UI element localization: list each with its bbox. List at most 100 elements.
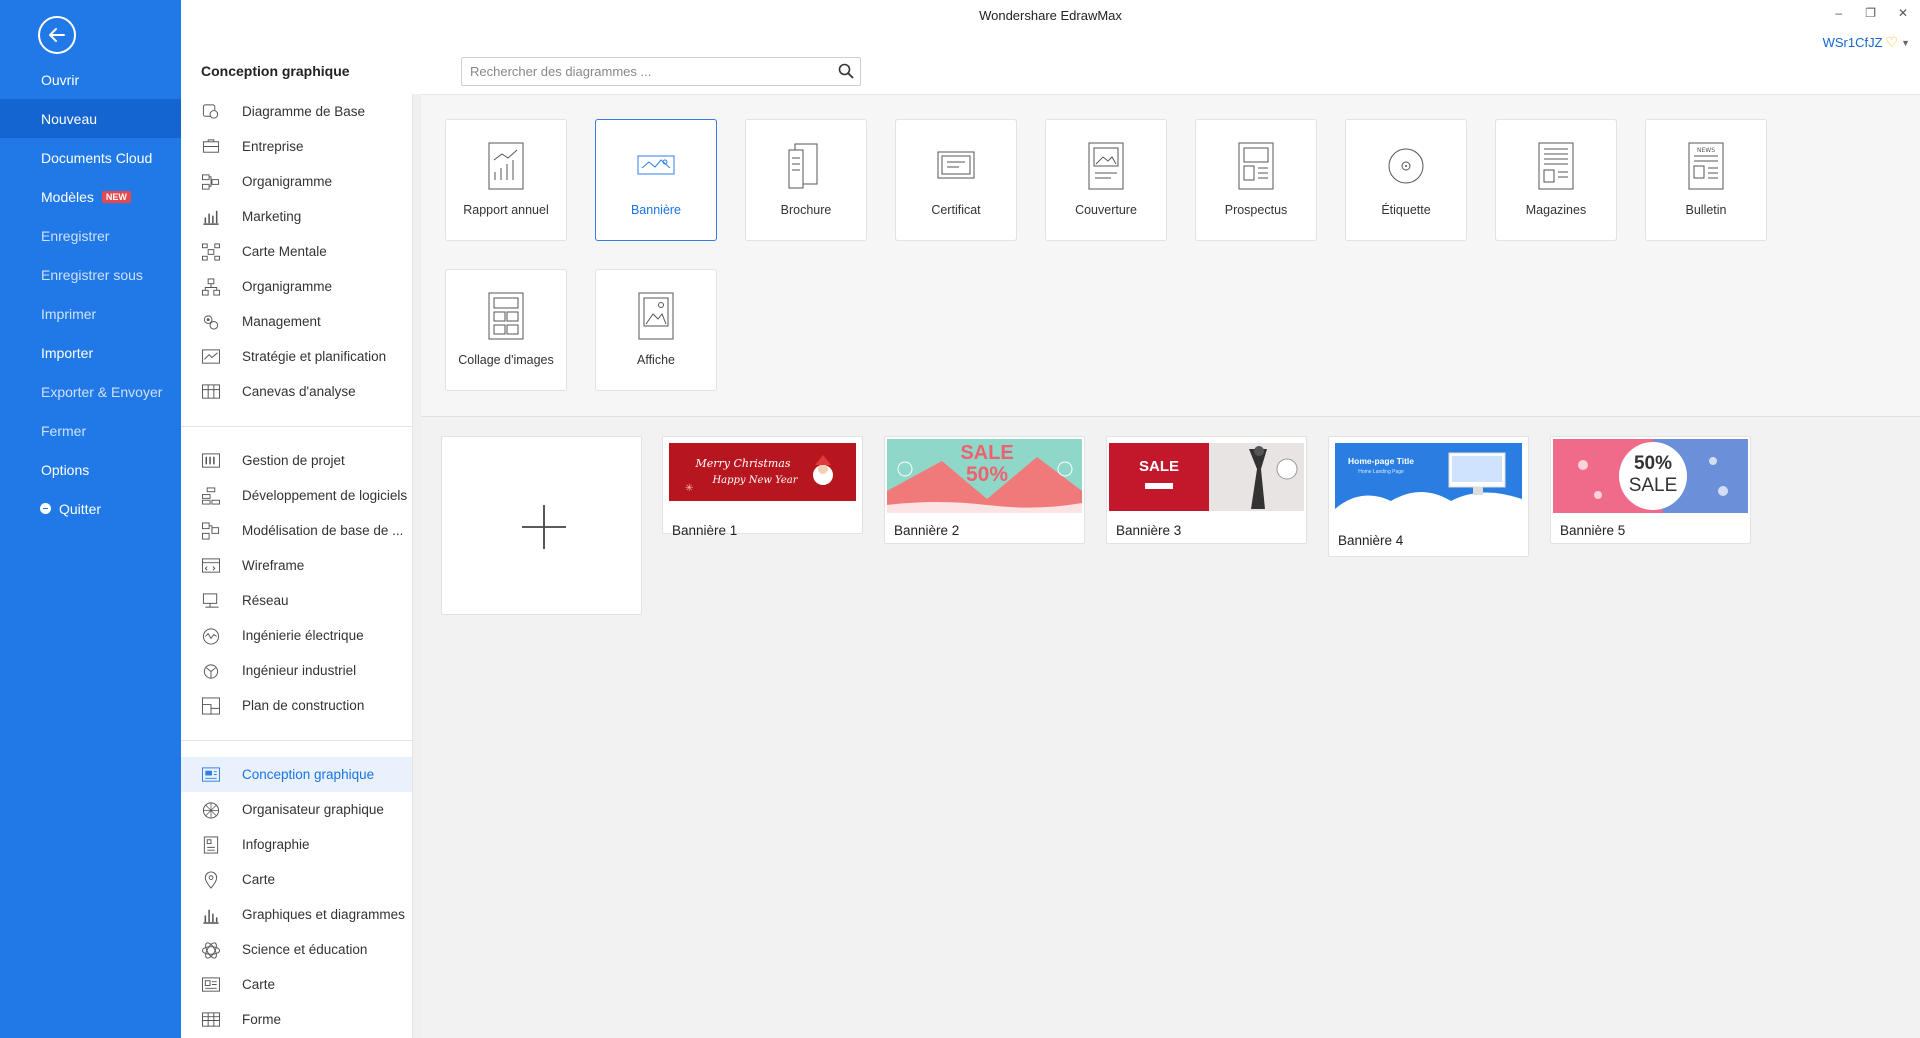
category-item[interactable]: Ingénieur industriel — [181, 653, 412, 688]
category-item[interactable]: Forme — [181, 1002, 412, 1037]
close-icon[interactable]: ✕ — [1898, 6, 1908, 20]
category-icon — [202, 348, 220, 364]
sidebar-item-enregistrer-sous[interactable]: Enregistrer sous — [0, 255, 181, 294]
category-item[interactable]: Graphiques et diagrammes — [181, 897, 412, 932]
sidebar-item-documents-cloud[interactable]: Documents Cloud — [0, 138, 181, 177]
category-scrollbar[interactable] — [413, 94, 421, 1038]
category-label: Wireframe — [242, 558, 305, 573]
template-type-card[interactable]: Collage d'images — [445, 269, 567, 391]
category-icon — [202, 801, 220, 819]
category-label: Marketing — [242, 209, 302, 224]
template-type-card[interactable]: Bannière — [595, 119, 717, 241]
category-label: Entreprise — [242, 139, 304, 154]
template-type-label: Affiche — [637, 353, 675, 367]
banner-template-card[interactable]: SALE Bannière 3 — [1106, 436, 1307, 544]
category-item[interactable]: Wireframe — [181, 548, 412, 583]
category-icon — [202, 383, 220, 399]
template-type-card[interactable]: Brochure — [745, 119, 867, 241]
banner-template-card[interactable]: Merry Christmas Happy New Year ✳ Bannière 1 — [662, 436, 863, 538]
category-label: Stratégie et planification — [242, 349, 387, 364]
category-separator — [181, 426, 412, 427]
sidebar-item-label: Documents Cloud — [41, 149, 153, 166]
category-item[interactable]: Canevas d'analyse — [181, 374, 412, 409]
template-type-label: Couverture — [1075, 203, 1137, 217]
banner-template-card[interactable]: 50% SALE Bannière 5 — [1550, 436, 1751, 544]
template-type-icon — [488, 292, 524, 340]
category-icon — [201, 277, 220, 296]
category-item[interactable]: Carte — [181, 967, 412, 1002]
sidebar-item-fermer[interactable]: Fermer — [0, 411, 181, 450]
category-icon — [202, 557, 220, 573]
category-item[interactable]: Organigramme — [181, 164, 412, 199]
back-arrow-icon[interactable] — [38, 16, 76, 54]
category-item[interactable]: Marketing — [181, 199, 412, 234]
search-icon[interactable] — [838, 63, 854, 79]
banner-template-label: Bannière 1 — [672, 523, 738, 538]
sidebar-item-importer[interactable]: Importer — [0, 333, 181, 372]
category-item[interactable]: Science et éducation — [181, 932, 412, 967]
template-type-card[interactable]: Affiche — [595, 269, 717, 391]
template-type-card[interactable]: Rapport annuel — [445, 119, 567, 241]
category-item[interactable]: Stratégie et planification — [181, 339, 412, 374]
category-item[interactable]: Développement de logiciels — [181, 478, 412, 513]
sidebar-item-label: Options — [41, 461, 90, 478]
sidebar-item-options[interactable]: Options — [0, 450, 181, 489]
banner-template-card[interactable]: Home-page Title Home Landing Page Bannière… — [1328, 436, 1529, 557]
template-type-card[interactable]: Magazines — [1495, 119, 1617, 241]
sidebar-item-mod-les[interactable]: Modèles NEW — [0, 177, 181, 216]
category-item[interactable]: Organigramme — [181, 269, 412, 304]
category-icon — [202, 941, 220, 959]
template-type-icon — [937, 151, 975, 179]
template-type-card[interactable]: Prospectus — [1195, 119, 1317, 241]
category-label: Diagramme de Base — [242, 104, 366, 119]
sidebar-item-nouveau[interactable]: Nouveau — [0, 99, 181, 138]
category-list: Diagramme de Base Entreprise Organigramme M… — [181, 94, 413, 1038]
banner-template-card[interactable]: SALE 50% Bannière 2 — [884, 436, 1085, 544]
new-blank-button[interactable] — [441, 436, 642, 615]
category-label: Carte — [242, 872, 276, 887]
category-item[interactable]: Organisateur graphique — [181, 792, 412, 827]
category-item[interactable]: Carte — [181, 862, 412, 897]
search-input[interactable] — [462, 58, 822, 85]
search-box[interactable] — [461, 57, 861, 86]
banner-template-label: Bannière 2 — [894, 523, 960, 538]
template-type-card[interactable]: Étiquette — [1345, 119, 1467, 241]
user-account[interactable]: WSr1CfJZ ♡ ▼ — [1823, 34, 1910, 51]
category-icon — [201, 486, 220, 505]
category-icon — [204, 871, 218, 889]
sidebar-item-ouvrir[interactable]: Ouvrir — [0, 60, 181, 99]
template-type-icon — [1538, 142, 1574, 190]
template-type-card[interactable]: Certificat — [895, 119, 1017, 241]
template-type-card[interactable]: Couverture — [1045, 119, 1167, 241]
template-type-card[interactable]: NEWS Bulletin — [1645, 119, 1767, 241]
category-label: Canevas d'analyse — [242, 384, 356, 399]
template-type-icon — [1388, 148, 1424, 184]
category-label: Management — [242, 314, 321, 329]
sidebar-item-exporter-envoyer[interactable]: Exporter & Envoyer — [0, 372, 181, 411]
category-item[interactable]: Carte Mentale — [181, 234, 412, 269]
category-item[interactable]: Réseau — [181, 583, 412, 618]
sidebar-item-enregistrer[interactable]: Enregistrer — [0, 216, 181, 255]
banner-art-text: 50% — [966, 463, 1008, 486]
template-type-icon — [488, 142, 524, 190]
category-item[interactable]: Ingénierie électrique — [181, 618, 412, 653]
category-label: Ingénierie électrique — [242, 628, 364, 643]
sidebar-item-imprimer[interactable]: Imprimer — [0, 294, 181, 333]
category-item[interactable]: Plan de construction — [181, 688, 412, 723]
template-type-label: Magazines — [1525, 203, 1587, 217]
category-label: Réseau — [242, 593, 289, 608]
category-label: Carte — [242, 977, 276, 992]
sidebar-item-quitter[interactable]: Quitter — [0, 489, 181, 528]
category-item[interactable]: Diagramme de Base — [181, 94, 412, 129]
category-item[interactable]: Infographie — [181, 827, 412, 862]
restore-icon[interactable]: ❐ — [1865, 6, 1876, 20]
sidebar-item-label: Fermer — [41, 422, 87, 439]
category-item[interactable]: Modélisation de base de ... — [181, 513, 412, 548]
category-item[interactable]: Management — [181, 304, 412, 339]
category-icon — [202, 976, 220, 992]
category-label: Forme — [242, 1012, 282, 1027]
category-item[interactable]: Gestion de projet — [181, 443, 412, 478]
category-item[interactable]: Entreprise — [181, 129, 412, 164]
minimize-icon[interactable]: – — [1835, 6, 1842, 20]
category-item[interactable]: Conception graphique — [181, 757, 412, 792]
